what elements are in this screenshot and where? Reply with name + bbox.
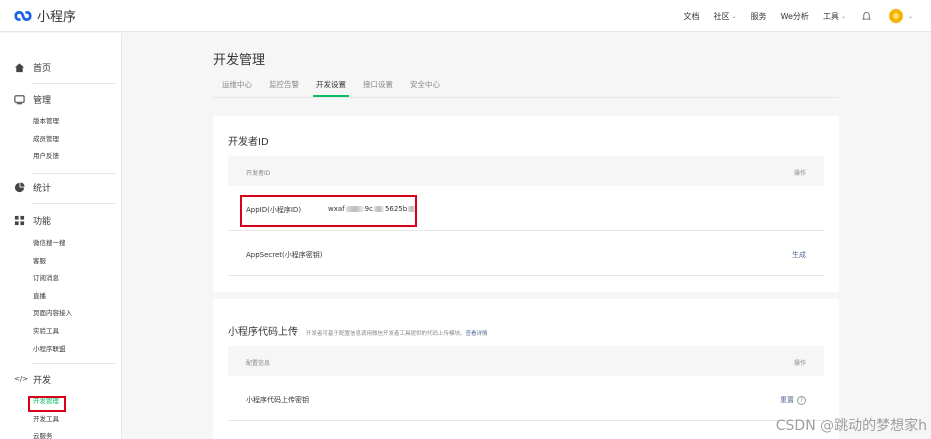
sidebar-manage-label: 管理 <box>33 95 52 106</box>
sidebar-item-version[interactable]: 版本管理 <box>0 113 122 131</box>
nav-community[interactable]: 社区 ⌄ <box>714 11 737 22</box>
sidebar-item-live[interactable]: 直播 <box>0 288 122 306</box>
sidebar-item-search[interactable]: 微信搜一搜 <box>0 235 122 253</box>
avatar[interactable] <box>888 9 903 23</box>
chevron-down-icon: ⌄ <box>840 12 846 20</box>
col-header-dev-id: 开发者ID <box>246 170 271 177</box>
nav-community-label: 社区 <box>713 11 730 21</box>
upload-desc-text: 开发者可基于配置信息调用微信开发者工具提供的代码上传模块。 <box>306 331 466 337</box>
sidebar-item-cloud[interactable]: 云服务 <box>0 428 122 439</box>
divider <box>32 203 116 204</box>
generate-secret-button[interactable]: 生成 <box>792 250 806 260</box>
sidebar-home-label: 首页 <box>33 63 52 74</box>
sidebar-item-alliance[interactable]: 小程序联盟 <box>0 341 122 359</box>
help-icon[interactable]: ? <box>797 395 806 405</box>
tab-dev-settings[interactable]: 开发设置 <box>313 79 349 97</box>
sidebar-features: 功能 微信搜一搜 客服 订阅消息 直播 页面内容接入 实验工具 小程序联盟 <box>0 210 122 358</box>
col-header-action: 操作 <box>793 170 806 177</box>
sidebar-stats[interactable]: 统计 <box>0 177 122 197</box>
secret-label: AppSecret(小程序密钥) <box>246 251 323 259</box>
tab-api-settings[interactable]: 接口设置 <box>363 79 393 97</box>
sidebar-item-page-content[interactable]: 页面内容接入 <box>0 305 122 323</box>
sidebar-manage-head[interactable]: 管理 <box>0 89 122 109</box>
sidebar-item-members[interactable]: 成员管理 <box>0 131 122 149</box>
upload-description: 开发者可基于配置信息调用微信开发者工具提供的代码上传模块。查看详情 <box>306 329 488 337</box>
sidebar-stats-label: 统计 <box>33 183 52 194</box>
sidebar-features-head[interactable]: 功能 <box>0 210 122 230</box>
sidebar-home[interactable]: 首页 <box>0 57 122 77</box>
watermark: CSDN @跳动的梦想家h <box>775 418 927 434</box>
upload-title: 小程序代码上传 <box>228 327 298 338</box>
highlight-box <box>240 195 417 227</box>
grid-icon <box>14 215 25 225</box>
chevron-down-icon: ⌄ <box>731 12 737 20</box>
view-details-link[interactable]: 查看详情 <box>466 331 488 337</box>
top-header: 小程序 文档 社区 ⌄ 服务 We分析 工具 ⌄ ⌄ <box>0 0 931 32</box>
mini-program-logo-icon <box>14 10 32 21</box>
sidebar: 首页 管理 版本管理 成员管理 用户反馈 统计 功能 微信搜一搜 客服 订阅消息… <box>0 33 122 439</box>
card-title: 小程序代码上传 开发者可基于配置信息调用微信开发者工具提供的代码上传模块。查看详… <box>228 323 488 338</box>
sidebar-manage: 管理 版本管理 成员管理 用户反馈 <box>0 89 122 166</box>
col-header-config: 配置信息 <box>246 360 271 367</box>
page-title: 开发管理 <box>213 53 266 68</box>
sidebar-item-experiment[interactable]: 实验工具 <box>0 323 122 341</box>
code-upload-card: 小程序代码上传 开发者可基于配置信息调用微信开发者工具提供的代码上传模块。查看详… <box>213 299 839 439</box>
divider <box>32 363 116 364</box>
sidebar-develop-label: 开发 <box>33 375 52 386</box>
sidebar-item-customer-service[interactable]: 客服 <box>0 253 122 271</box>
sidebar-features-label: 功能 <box>33 216 52 227</box>
tab-security[interactable]: 安全中心 <box>410 79 440 97</box>
col-header-action: 操作 <box>793 360 806 367</box>
table-row-upload-key: 小程序代码上传密钥 重置? <box>228 376 824 421</box>
tab-ops[interactable]: 运维中心 <box>222 79 252 97</box>
tab-bar: 运维中心 监控告警 开发设置 接口设置 安全中心 <box>222 79 457 97</box>
nav-tools-label: 工具 <box>822 11 839 21</box>
reset-label: 重置 <box>780 396 794 404</box>
tab-monitor[interactable]: 监控告警 <box>269 79 299 97</box>
nav-analytics[interactable]: We分析 <box>781 11 809 22</box>
brand[interactable]: 小程序 <box>14 6 76 25</box>
divider <box>32 173 116 174</box>
sidebar-item-feedback[interactable]: 用户反馈 <box>0 148 122 166</box>
table-header: 开发者ID 操作 <box>228 156 824 186</box>
table-row-secret: AppSecret(小程序密钥) 生成 <box>228 231 824 276</box>
monitor-icon <box>14 94 25 104</box>
nav-service-label: 服务 <box>750 11 767 21</box>
divider <box>213 97 839 98</box>
sidebar-develop-head[interactable]: </> 开发 <box>0 369 122 389</box>
table-header: 配置信息 操作 <box>228 346 824 376</box>
home-icon <box>14 62 25 72</box>
sidebar-item-subscribe[interactable]: 订阅消息 <box>0 270 122 288</box>
upload-key-label: 小程序代码上传密钥 <box>246 396 309 404</box>
nav-docs-label: 文档 <box>683 11 700 21</box>
chevron-down-icon[interactable]: ⌄ <box>908 13 913 20</box>
pie-chart-icon <box>14 181 25 192</box>
nav-tools[interactable]: 工具 ⌄ <box>823 11 846 22</box>
card-title: 开发者ID <box>228 137 269 148</box>
nav-docs[interactable]: 文档 <box>684 11 700 22</box>
code-icon: </> <box>14 375 29 383</box>
brand-name: 小程序 <box>37 10 77 25</box>
highlight-box <box>28 396 66 412</box>
nav-analytics-label: We分析 <box>780 11 809 21</box>
sidebar-item-dev-tools[interactable]: 开发工具 <box>0 411 122 429</box>
reset-button[interactable]: 重置? <box>780 395 806 405</box>
bell-icon[interactable] <box>861 11 871 21</box>
top-nav: 文档 社区 ⌄ 服务 We分析 工具 ⌄ ⌄ <box>670 0 913 32</box>
nav-service[interactable]: 服务 <box>751 11 767 22</box>
divider <box>32 83 116 84</box>
